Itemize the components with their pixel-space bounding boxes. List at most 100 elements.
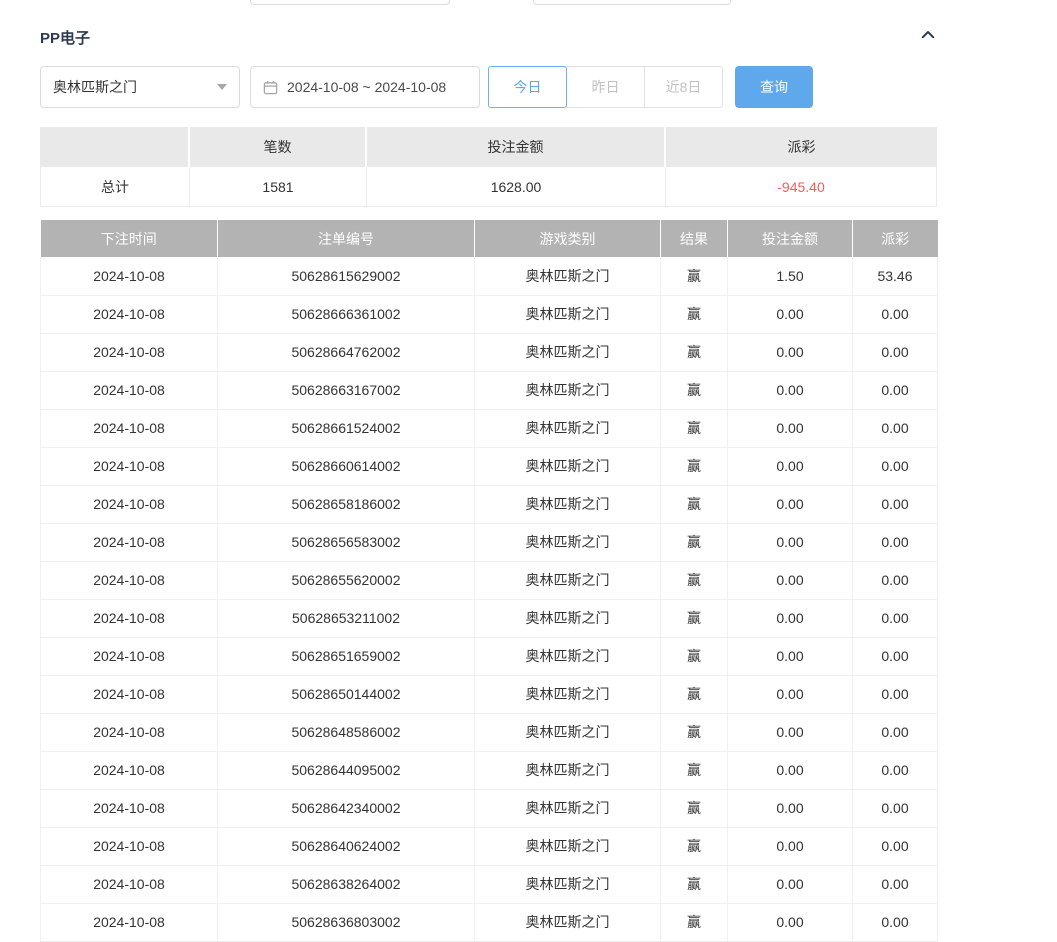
header-result: 结果 <box>661 220 728 257</box>
table-cell: 奥林匹斯之门 <box>475 599 661 637</box>
table-cell: 2024-10-08 <box>41 485 218 523</box>
table-cell: 奥林匹斯之门 <box>475 333 661 371</box>
table-row: 2024-10-0850628651659002奥林匹斯之门赢0.000.00 <box>41 637 938 675</box>
table-cell: 赢 <box>661 295 728 333</box>
table-cell: 50628642340002 <box>218 789 475 827</box>
table-row: 2024-10-0850628656583002奥林匹斯之门赢0.000.00 <box>41 523 938 561</box>
table-cell: 奥林匹斯之门 <box>475 637 661 675</box>
header-game-type: 游戏类别 <box>475 220 661 257</box>
table-cell: 0.00 <box>728 295 853 333</box>
summary-header-row: 笔数 投注金额 派彩 <box>40 127 937 167</box>
summary-table: 笔数 投注金额 派彩 总计 1581 1628.00 -945.40 <box>40 127 937 207</box>
table-cell: 50628666361002 <box>218 295 475 333</box>
summary-header-payout: 派彩 <box>666 127 937 167</box>
table-cell: 0.00 <box>853 485 938 523</box>
bet-table: 下注时间 注单编号 游戏类别 结果 投注金额 派彩 2024-10-085062… <box>40 220 938 942</box>
table-cell: 50628656583002 <box>218 523 475 561</box>
table-cell: 赢 <box>661 561 728 599</box>
table-cell: 2024-10-08 <box>41 903 218 941</box>
table-cell: 奥林匹斯之门 <box>475 371 661 409</box>
table-cell: 2024-10-08 <box>41 561 218 599</box>
table-cell: 2024-10-08 <box>41 371 218 409</box>
table-cell: 2024-10-08 <box>41 333 218 371</box>
table-cell: 奥林匹斯之门 <box>475 523 661 561</box>
table-cell: 0.00 <box>853 675 938 713</box>
table-cell: 2024-10-08 <box>41 675 218 713</box>
table-cell: 50628660614002 <box>218 447 475 485</box>
chevron-down-icon <box>217 84 227 90</box>
yesterday-button[interactable]: 昨日 <box>566 66 645 108</box>
table-cell: 赢 <box>661 903 728 941</box>
today-button[interactable]: 今日 <box>488 66 567 108</box>
table-cell: 0.00 <box>853 409 938 447</box>
table-cell: 奥林匹斯之门 <box>475 827 661 865</box>
table-cell: 0.00 <box>728 485 853 523</box>
table-cell: 2024-10-08 <box>41 257 218 295</box>
table-cell: 0.00 <box>853 523 938 561</box>
table-row: 2024-10-0850628661524002奥林匹斯之门赢0.000.00 <box>41 409 938 447</box>
last-8-days-button[interactable]: 近8日 <box>644 66 723 108</box>
table-cell: 赢 <box>661 827 728 865</box>
header-bet-id: 注单编号 <box>218 220 475 257</box>
table-cell: 50628653211002 <box>218 599 475 637</box>
summary-header-bet-amount: 投注金额 <box>367 127 666 167</box>
search-button[interactable]: 查询 <box>735 66 813 108</box>
table-cell: 50628636803002 <box>218 903 475 941</box>
table-cell: 赢 <box>661 371 728 409</box>
table-cell: 0.00 <box>728 561 853 599</box>
table-cell: 0.00 <box>853 371 938 409</box>
table-cell: 50628615629002 <box>218 257 475 295</box>
date-range-value: 2024-10-08 ~ 2024-10-08 <box>287 79 446 95</box>
game-select[interactable]: 奥林匹斯之门 <box>40 66 240 108</box>
table-cell: 0.00 <box>853 561 938 599</box>
table-cell: 50628658186002 <box>218 485 475 523</box>
table-cell: 0.00 <box>853 713 938 751</box>
table-cell: 奥林匹斯之门 <box>475 713 661 751</box>
table-cell: 赢 <box>661 409 728 447</box>
table-cell: 奥林匹斯之门 <box>475 789 661 827</box>
bet-table-header-row: 下注时间 注单编号 游戏类别 结果 投注金额 派彩 <box>41 220 938 257</box>
table-cell: 赢 <box>661 789 728 827</box>
table-row: 2024-10-0850628650144002奥林匹斯之门赢0.000.00 <box>41 675 938 713</box>
table-cell: 2024-10-08 <box>41 447 218 485</box>
table-row: 2024-10-0850628638264002奥林匹斯之门赢0.000.00 <box>41 865 938 903</box>
table-cell: 0.00 <box>853 295 938 333</box>
table-cell: 赢 <box>661 637 728 675</box>
table-cell: 0.00 <box>728 333 853 371</box>
date-range-input[interactable]: 2024-10-08 ~ 2024-10-08 <box>250 66 480 108</box>
table-cell: 50628663167002 <box>218 371 475 409</box>
table-cell: 2024-10-08 <box>41 295 218 333</box>
table-cell: 赢 <box>661 599 728 637</box>
table-row: 2024-10-0850628653211002奥林匹斯之门赢0.000.00 <box>41 599 938 637</box>
section-header: PP电子 <box>40 27 937 48</box>
table-cell: 1.50 <box>728 257 853 295</box>
filter-bar: 奥林匹斯之门 2024-10-08 ~ 2024-10-08 今日 昨日 近8日… <box>40 66 937 108</box>
table-cell: 2024-10-08 <box>41 599 218 637</box>
table-cell: 赢 <box>661 333 728 371</box>
table-row: 2024-10-0850628664762002奥林匹斯之门赢0.000.00 <box>41 333 938 371</box>
table-cell: 奥林匹斯之门 <box>475 903 661 941</box>
collapse-button[interactable] <box>919 26 937 49</box>
quick-range-group: 今日 昨日 近8日 <box>488 66 723 108</box>
table-cell: 赢 <box>661 751 728 789</box>
table-cell: 50628644095002 <box>218 751 475 789</box>
summary-header-empty <box>40 127 190 167</box>
header-bet-amount: 投注金额 <box>728 220 853 257</box>
chevron-up-icon <box>919 26 937 49</box>
table-cell: 2024-10-08 <box>41 827 218 865</box>
bet-table-body: 2024-10-0850628615629002奥林匹斯之门赢1.5053.46… <box>41 257 938 941</box>
summary-total-label: 总计 <box>40 167 190 207</box>
table-cell: 0.00 <box>728 675 853 713</box>
table-row: 2024-10-0850628640624002奥林匹斯之门赢0.000.00 <box>41 827 938 865</box>
table-cell: 奥林匹斯之门 <box>475 409 661 447</box>
table-cell: 赢 <box>661 257 728 295</box>
table-cell: 2024-10-08 <box>41 409 218 447</box>
section-title: PP电子 <box>40 27 90 48</box>
table-cell: 2024-10-08 <box>41 637 218 675</box>
table-cell: 0.00 <box>853 447 938 485</box>
game-select-value: 奥林匹斯之门 <box>53 77 137 97</box>
summary-total-count: 1581 <box>190 167 367 207</box>
table-cell: 53.46 <box>853 257 938 295</box>
table-cell: 奥林匹斯之门 <box>475 561 661 599</box>
table-cell: 0.00 <box>728 447 853 485</box>
